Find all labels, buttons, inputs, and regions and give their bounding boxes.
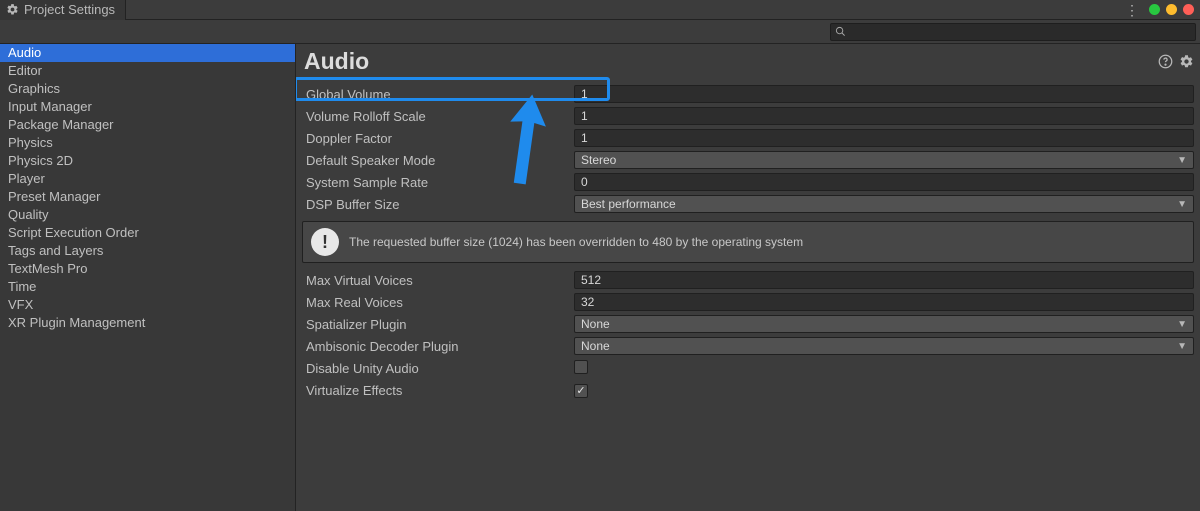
chevron-down-icon: ▼ [1177,341,1187,352]
chevron-down-icon: ▼ [1177,199,1187,210]
ambisonic-label: Ambisonic Decoder Plugin [302,339,574,354]
doppler-row: Doppler Factor 1 [302,127,1194,149]
traffic-green[interactable] [1149,4,1160,15]
dsp-buffer-row: DSP Buffer Size Best performance ▼ [302,193,1194,215]
warning-icon: ! [311,228,339,256]
content-panel: Audio Global Volume 1 Volume Rolloff Sca… [296,44,1200,511]
traffic-lights [1149,4,1194,15]
settings-gear-icon[interactable] [1179,54,1194,69]
max-real-label: Max Real Voices [302,295,574,310]
ambisonic-value: None [581,339,610,353]
sidebar-item-input-manager[interactable]: Input Manager [0,98,295,116]
ambisonic-dropdown[interactable]: None ▼ [574,337,1194,355]
ambisonic-row: Ambisonic Decoder Plugin None ▼ [302,335,1194,357]
search-field-wrap[interactable] [830,23,1196,41]
sidebar: AudioEditorGraphicsInput ManagerPackage … [0,44,296,511]
sidebar-item-graphics[interactable]: Graphics [0,80,295,98]
global-volume-input[interactable]: 1 [574,85,1194,103]
spatializer-value: None [581,317,610,331]
sidebar-item-preset-manager[interactable]: Preset Manager [0,188,295,206]
max-virtual-input[interactable]: 512 [574,271,1194,289]
max-real-input[interactable]: 32 [574,293,1194,311]
chevron-down-icon: ▼ [1177,155,1187,166]
title-bar: Project Settings ⋮ [0,0,1200,20]
speaker-mode-value: Stereo [581,153,616,167]
disable-audio-checkbox[interactable] [574,360,588,374]
spatializer-row: Spatializer Plugin None ▼ [302,313,1194,335]
sidebar-item-xr-plugin-management[interactable]: XR Plugin Management [0,314,295,332]
sidebar-item-script-execution-order[interactable]: Script Execution Order [0,224,295,242]
rolloff-row: Volume Rolloff Scale 1 [302,105,1194,127]
sidebar-item-player[interactable]: Player [0,170,295,188]
sidebar-item-vfx[interactable]: VFX [0,296,295,314]
sidebar-item-audio[interactable]: Audio [0,44,295,62]
window-title: Project Settings [24,2,115,17]
sidebar-item-package-manager[interactable]: Package Manager [0,116,295,134]
chevron-down-icon: ▼ [1177,319,1187,330]
kebab-menu-icon[interactable]: ⋮ [1125,3,1139,17]
max-virtual-row: Max Virtual Voices 512 [302,269,1194,291]
rolloff-label: Volume Rolloff Scale [302,109,574,124]
search-icon [835,26,846,37]
sidebar-item-physics[interactable]: Physics [0,134,295,152]
page-title: Audio [304,48,369,75]
sample-rate-input[interactable]: 0 [574,173,1194,191]
sidebar-item-physics-2d[interactable]: Physics 2D [0,152,295,170]
gear-icon [6,3,19,16]
traffic-yellow[interactable] [1166,4,1177,15]
search-row [0,20,1200,44]
sidebar-item-time[interactable]: Time [0,278,295,296]
search-input[interactable] [850,25,1191,39]
dsp-buffer-dropdown[interactable]: Best performance ▼ [574,195,1194,213]
titlebar-controls: ⋮ [1125,3,1194,17]
doppler-input[interactable]: 1 [574,129,1194,147]
virtualize-checkbox[interactable] [574,384,588,398]
window-tab[interactable]: Project Settings [0,0,126,20]
info-message: The requested buffer size (1024) has bee… [349,235,803,249]
disable-audio-label: Disable Unity Audio [302,361,574,376]
sample-rate-label: System Sample Rate [302,175,574,190]
rolloff-input[interactable]: 1 [574,107,1194,125]
sample-rate-row: System Sample Rate 0 [302,171,1194,193]
help-icon[interactable] [1158,54,1173,69]
speaker-mode-dropdown[interactable]: Stereo ▼ [574,151,1194,169]
speaker-mode-row: Default Speaker Mode Stereo ▼ [302,149,1194,171]
sidebar-item-tags-and-layers[interactable]: Tags and Layers [0,242,295,260]
sidebar-item-textmesh-pro[interactable]: TextMesh Pro [0,260,295,278]
spatializer-dropdown[interactable]: None ▼ [574,315,1194,333]
doppler-label: Doppler Factor [302,131,574,146]
spatializer-label: Spatializer Plugin [302,317,574,332]
max-real-row: Max Real Voices 32 [302,291,1194,313]
dsp-buffer-value: Best performance [581,197,676,211]
sidebar-item-quality[interactable]: Quality [0,206,295,224]
speaker-mode-label: Default Speaker Mode [302,153,574,168]
info-box: ! The requested buffer size (1024) has b… [302,221,1194,263]
max-virtual-label: Max Virtual Voices [302,273,574,288]
global-volume-row: Global Volume 1 [302,83,1194,105]
virtualize-row: Virtualize Effects [302,379,1194,401]
dsp-buffer-label: DSP Buffer Size [302,197,574,212]
sidebar-item-editor[interactable]: Editor [0,62,295,80]
traffic-red[interactable] [1183,4,1194,15]
disable-audio-row: Disable Unity Audio [302,357,1194,379]
global-volume-label: Global Volume [302,87,574,102]
virtualize-label: Virtualize Effects [302,383,574,398]
